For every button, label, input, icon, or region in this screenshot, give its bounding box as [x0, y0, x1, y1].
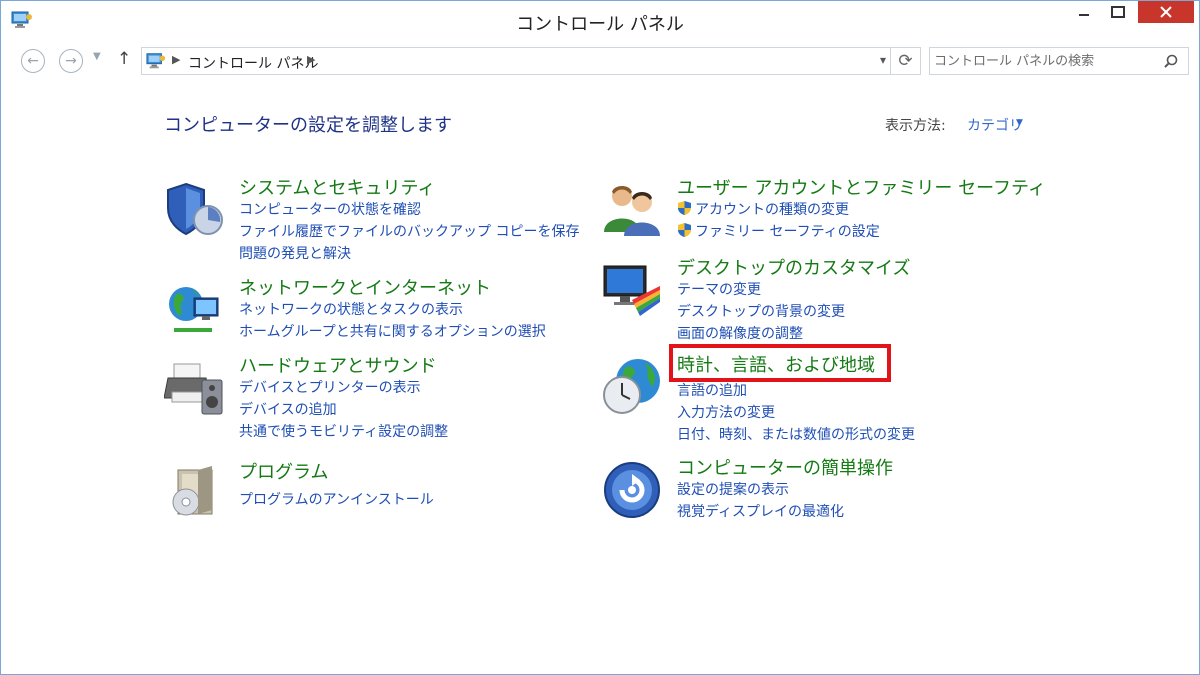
maximize-button[interactable] [1101, 1, 1135, 23]
forward-button[interactable]: → [59, 49, 83, 73]
search-box[interactable] [929, 47, 1189, 75]
users-icon[interactable] [602, 180, 662, 240]
link-check-status[interactable]: コンピューターの状態を確認 [239, 199, 421, 219]
link-desktop-background[interactable]: デスクトップの背景の変更 [677, 301, 845, 321]
link-homegroup-sharing[interactable]: ホームグループと共有に関するオプションの選択 [239, 321, 546, 341]
title-bar: コントロール パネル [1, 1, 1199, 39]
page-heading: コンピューターの設定を調整します [164, 115, 452, 136]
search-input[interactable] [934, 51, 1154, 71]
minimize-icon [1079, 14, 1089, 16]
refresh-icon: ⟳ [898, 51, 913, 71]
category-title[interactable]: デスクトップのカスタマイズ [677, 254, 910, 280]
breadcrumb-arrow-icon[interactable]: ▶ [307, 53, 315, 66]
category-title[interactable]: コンピューターの簡単操作 [677, 454, 893, 480]
uac-shield-icon [678, 223, 691, 237]
minimize-button[interactable] [1067, 1, 1101, 23]
uac-shield-icon [678, 201, 691, 215]
refresh-button[interactable]: ⟳ [891, 47, 921, 75]
link-change-input-method[interactable]: 入力方法の変更 [677, 402, 775, 422]
address-dropdown-icon[interactable]: ▾ [880, 53, 886, 67]
back-button[interactable]: ← [21, 49, 45, 73]
category-title[interactable]: ユーザー アカウントとファミリー セーフティ [677, 174, 1046, 200]
control-panel-window: コントロール パネル ← → ▼ ↑ ▶ コントロール パネル ▶ ▾ ⟳ コン… [0, 0, 1200, 675]
link-mobility-settings[interactable]: 共通で使うモビリティ設定の調整 [239, 421, 448, 441]
address-bar[interactable]: ▶ コントロール パネル ▶ ▾ [141, 47, 891, 75]
category-title[interactable]: システムとセキュリティ [239, 174, 435, 200]
network-globe-icon[interactable] [164, 280, 224, 340]
ease-of-access-icon[interactable] [602, 460, 662, 520]
category-title[interactable]: プログラム [239, 458, 328, 484]
window-title: コントロール パネル [516, 14, 684, 35]
link-family-safety[interactable]: ファミリー セーフティの設定 [677, 221, 880, 241]
link-date-time-number-format[interactable]: 日付、時刻、または数値の形式の変更 [677, 424, 915, 444]
breadcrumb-control-panel[interactable]: コントロール パネル [188, 53, 318, 73]
link-troubleshoot[interactable]: 問題の発見と解決 [239, 243, 351, 263]
link-get-recommendations[interactable]: 設定の提案の表示 [677, 479, 789, 499]
control-panel-icon [146, 52, 166, 70]
breadcrumb-arrow-icon[interactable]: ▶ [172, 53, 180, 66]
link-change-account-type[interactable]: アカウントの種類の変更 [677, 199, 849, 219]
link-add-device[interactable]: デバイスの追加 [239, 399, 337, 419]
close-button[interactable] [1138, 1, 1194, 23]
view-by-dropdown[interactable]: カテゴリ [967, 115, 1023, 135]
clock-globe-icon[interactable] [602, 357, 662, 417]
chevron-down-icon[interactable]: ▼ [1016, 118, 1023, 128]
up-button[interactable]: ↑ [117, 49, 131, 69]
link-screen-resolution[interactable]: 画面の解像度の調整 [677, 323, 803, 343]
maximize-icon [1111, 6, 1125, 18]
highlight-box [669, 344, 891, 382]
desktop-color-icon[interactable] [602, 260, 662, 320]
close-icon [1160, 6, 1172, 18]
link-add-language[interactable]: 言語の追加 [677, 380, 747, 400]
printer-speaker-icon[interactable] [163, 358, 224, 418]
link-network-status[interactable]: ネットワークの状態とタスクの表示 [239, 299, 463, 319]
navigation-bar: ← → ▼ ↑ ▶ コントロール パネル ▶ ▾ ⟳ [9, 43, 1191, 79]
search-icon[interactable] [1164, 53, 1178, 72]
view-by-label: 表示方法: [885, 118, 946, 134]
recent-locations-chevron-icon[interactable]: ▼ [93, 51, 101, 62]
category-title[interactable]: ハードウェアとサウンド [239, 352, 437, 378]
link-optimize-visual-display[interactable]: 視覚ディスプレイの最適化 [677, 501, 844, 521]
category-title[interactable]: ネットワークとインターネット [239, 274, 491, 300]
programs-box-icon[interactable] [164, 464, 224, 524]
link-change-theme[interactable]: テーマの変更 [677, 279, 761, 299]
link-uninstall-program[interactable]: プログラムのアンインストール [239, 489, 434, 509]
link-file-history[interactable]: ファイル履歴でファイルのバックアップ コピーを保存 [239, 221, 579, 241]
security-shield-icon[interactable] [164, 180, 224, 240]
link-devices-printers[interactable]: デバイスとプリンターの表示 [239, 377, 421, 397]
